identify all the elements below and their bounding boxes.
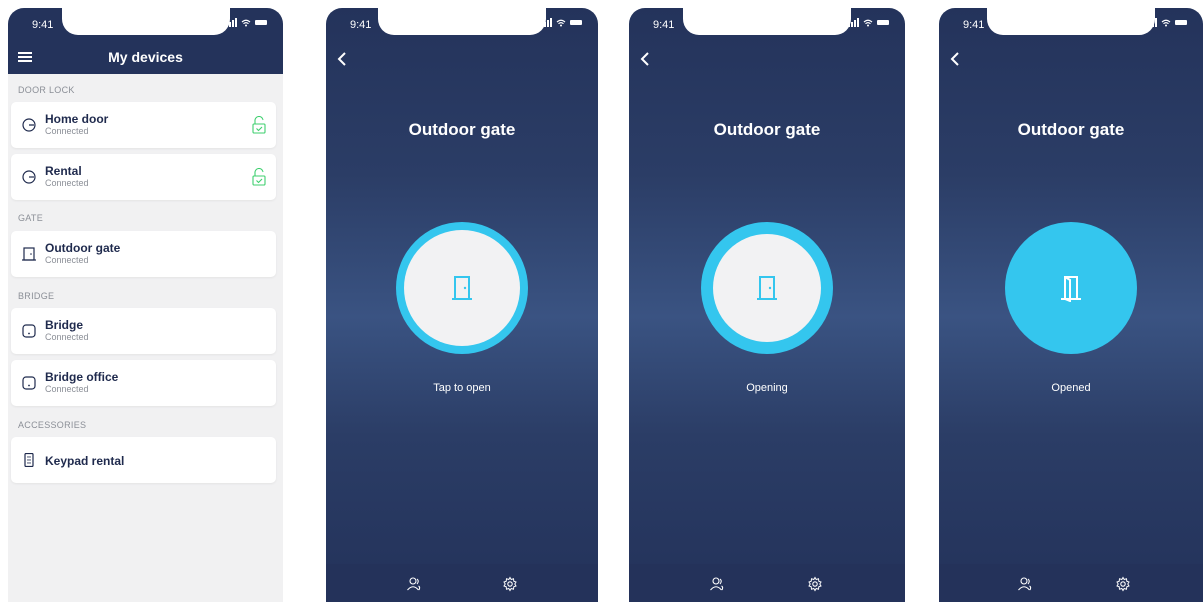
page-title: Outdoor gate xyxy=(408,120,516,139)
open-gate-button-face xyxy=(713,234,821,342)
device-name: Bridge xyxy=(45,318,84,332)
notch xyxy=(683,8,851,35)
tab-bar xyxy=(326,564,598,602)
back-arrow-icon[interactable] xyxy=(949,52,961,66)
settings-gear-icon[interactable] xyxy=(807,576,823,592)
unlocked-padlock-icon xyxy=(252,168,266,186)
device-name: Home door xyxy=(45,112,109,126)
status-bar: 9:41 xyxy=(326,8,598,42)
unlocked-padlock-icon xyxy=(252,116,266,134)
wifi-icon xyxy=(863,19,873,26)
settings-gear-icon[interactable] xyxy=(502,576,518,592)
status-time: 9:41 xyxy=(653,19,675,31)
tab-bar xyxy=(629,564,905,602)
battery-icon xyxy=(1175,20,1187,25)
bridge-icon xyxy=(22,324,36,338)
door-closed-icon xyxy=(452,276,472,300)
gate-screen-opened: 9:41 Outdoor gate Opened xyxy=(939,8,1203,602)
back-arrow-icon[interactable] xyxy=(336,52,348,66)
device-card-outdoor-gate[interactable]: Outdoor gate Connected xyxy=(11,231,276,277)
door-open-icon xyxy=(1061,276,1081,302)
device-status: Connected xyxy=(45,332,89,342)
device-name: Outdoor gate xyxy=(45,241,121,255)
device-card-rental[interactable]: Rental Connected xyxy=(11,154,276,200)
device-card-home-door[interactable]: Home door Connected xyxy=(11,102,276,148)
battery-icon xyxy=(877,20,889,25)
system-icons xyxy=(541,18,582,27)
gate-status-text: Opened xyxy=(1051,382,1091,394)
tab-bar xyxy=(939,564,1203,602)
users-icon[interactable] xyxy=(1017,576,1033,592)
system-icons xyxy=(226,18,267,27)
wifi-icon xyxy=(1161,19,1171,26)
gate-icon xyxy=(22,247,36,261)
section-label-gate: GATE xyxy=(18,213,44,223)
gate-status-text: Tap to open xyxy=(433,382,491,394)
settings-gear-icon[interactable] xyxy=(1115,576,1131,592)
users-icon[interactable] xyxy=(406,576,422,592)
bridge-icon xyxy=(22,376,36,390)
open-gate-button[interactable] xyxy=(396,222,528,354)
gate-status-text: Opening xyxy=(746,382,788,394)
device-name: Rental xyxy=(45,164,82,178)
battery-icon xyxy=(570,20,582,25)
signal-icon xyxy=(1146,18,1157,27)
lock-dial-icon xyxy=(22,118,36,132)
device-card-bridge[interactable]: Bridge Connected xyxy=(11,308,276,354)
gate-screen-tap: 9:41 Outdoor gate Tap to open xyxy=(326,8,598,602)
page-title: Outdoor gate xyxy=(713,120,821,139)
gate-screen-opening: 9:41 Outdoor gate Opening xyxy=(629,8,905,602)
wifi-icon xyxy=(556,19,566,26)
signal-icon xyxy=(848,18,859,27)
users-icon[interactable] xyxy=(709,576,725,592)
keypad-icon xyxy=(24,453,34,467)
page-title: My devices xyxy=(108,49,183,65)
lock-dial-icon xyxy=(22,170,36,184)
status-time: 9:41 xyxy=(350,19,372,31)
battery-icon xyxy=(255,20,267,25)
device-status: Connected xyxy=(45,126,89,136)
system-icons xyxy=(848,18,889,27)
section-label-bridge: BRIDGE xyxy=(18,291,55,301)
device-list-screen: 9:41 My devices DOOR LOCK Home door Conn… xyxy=(8,8,283,602)
signal-icon xyxy=(226,18,237,27)
open-gate-button[interactable] xyxy=(701,222,833,354)
back-arrow-icon[interactable] xyxy=(639,52,651,66)
signal-icon xyxy=(541,18,552,27)
notch xyxy=(987,8,1155,35)
device-name: Keypad rental xyxy=(45,454,125,468)
status-time: 9:41 xyxy=(963,19,985,31)
device-name: Bridge office xyxy=(45,370,119,384)
status-time: 9:41 xyxy=(32,19,54,31)
device-status: Connected xyxy=(45,255,89,265)
device-status: Connected xyxy=(45,384,89,394)
notch xyxy=(378,8,546,35)
system-icons xyxy=(1146,18,1187,27)
page-title: Outdoor gate xyxy=(1017,120,1125,139)
door-closed-icon xyxy=(757,276,777,300)
notch xyxy=(61,8,230,35)
device-status: Connected xyxy=(45,178,89,188)
device-card-keypad-rental[interactable]: Keypad rental xyxy=(11,437,276,483)
status-bar: 9:41 xyxy=(939,8,1203,42)
section-label-accessories: ACCESSORIES xyxy=(18,420,87,430)
status-bar: 9:41 xyxy=(629,8,905,42)
status-bar: 9:41 xyxy=(8,8,283,42)
device-card-bridge-office[interactable]: Bridge office Connected xyxy=(11,360,276,406)
open-gate-button[interactable] xyxy=(1005,222,1137,354)
open-gate-button-face xyxy=(404,230,520,346)
wifi-icon xyxy=(241,19,251,26)
section-label-door-lock: DOOR LOCK xyxy=(18,85,75,95)
